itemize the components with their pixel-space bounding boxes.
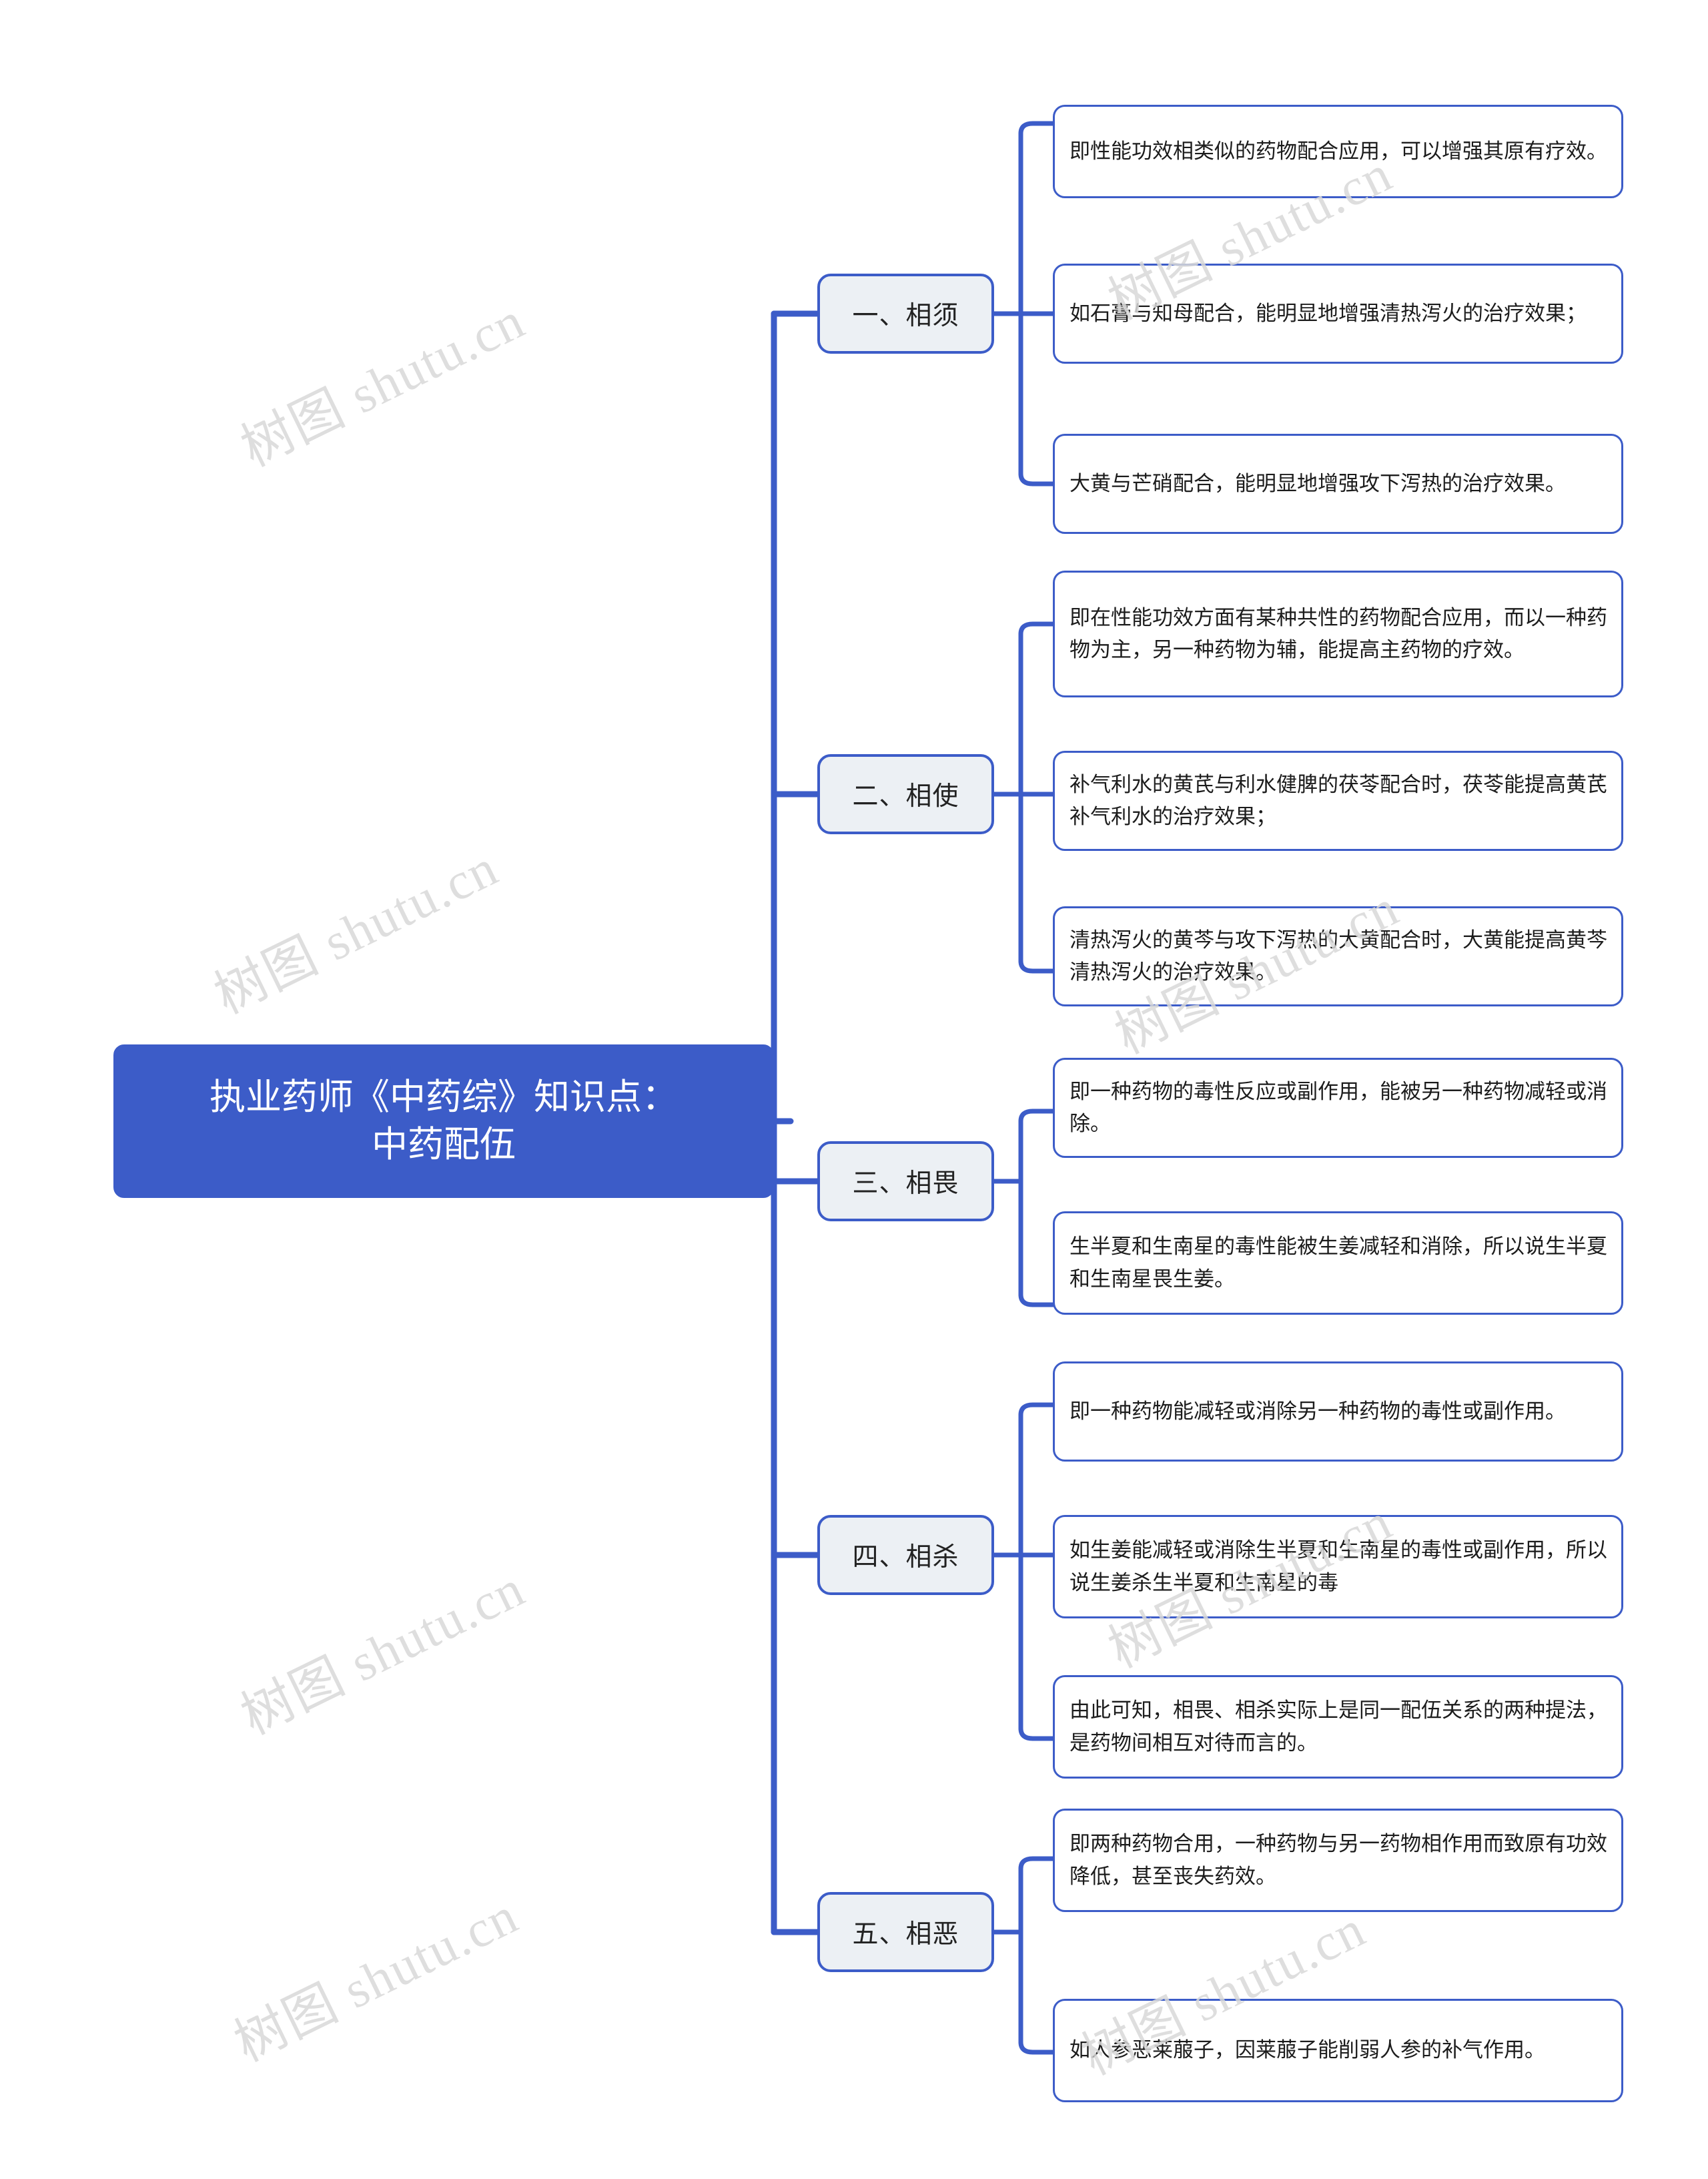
leaf-node-4-1[interactable]: 即一种药物能减轻或消除另一种药物的毒性或副作用。 <box>1053 1361 1623 1462</box>
leaf-node-1-2-text: 如石膏与知母配合，能明显地增强清热泻火的治疗效果； <box>1070 301 1587 325</box>
root-node[interactable]: 执业药师《中药综》知识点： 中药配伍 <box>113 1044 774 1198</box>
branch-node-1-label: 一、相须 <box>852 302 959 330</box>
branch-node-4-label: 四、相杀 <box>852 1543 959 1572</box>
leaf-node-4-2-text: 如生姜能减轻或消除生半夏和生南星的毒性或副作用，所以说生姜杀生半夏和生南星的毒 <box>1070 1538 1607 1594</box>
leaf-node-5-2[interactable]: 如人参恶莱菔子，因莱菔子能削弱人参的补气作用。 <box>1053 1999 1623 2102</box>
leaf-node-1-3[interactable]: 大黄与芒硝配合，能明显地增强攻下泻热的治疗效果。 <box>1053 434 1623 534</box>
branch-node-2-label: 二、相使 <box>852 782 959 811</box>
leaf-node-5-1[interactable]: 即两种药物合用，一种药物与另一药物相作用而致原有功效降低，甚至丧失药效。 <box>1053 1809 1623 1912</box>
branch-node-5-label: 五、相恶 <box>852 1920 959 1949</box>
leaf-node-2-1-text: 即在性能功效方面有某种共性的药物配合应用，而以一种药物为主，另一种药物为辅，能提… <box>1070 605 1607 661</box>
leaf-node-1-3-text: 大黄与芒硝配合，能明显地增强攻下泻热的治疗效果。 <box>1070 471 1566 495</box>
watermark-text: 树图 shutu.cn <box>232 290 534 478</box>
leaf-node-1-1-text: 即性能功效相类似的药物配合应用，可以增强其原有疗效。 <box>1070 139 1607 163</box>
leaf-node-4-3[interactable]: 由此可知，相畏、相杀实际上是同一配伍关系的两种提法，是药物间相互对待而言的。 <box>1053 1675 1623 1779</box>
watermark-text: 树图 shutu.cn <box>205 838 507 1025</box>
leaf-node-3-1-text: 即一种药物的毒性反应或副作用，能被另一种药物减轻或消除。 <box>1070 1079 1607 1135</box>
watermark-text: 树图 shutu.cn <box>232 1558 534 1746</box>
leaf-node-3-1[interactable]: 即一种药物的毒性反应或副作用，能被另一种药物减轻或消除。 <box>1053 1058 1623 1158</box>
leaf-node-1-2[interactable]: 如石膏与知母配合，能明显地增强清热泻火的治疗效果； <box>1053 264 1623 364</box>
leaf-node-2-1[interactable]: 即在性能功效方面有某种共性的药物配合应用，而以一种药物为主，另一种药物为辅，能提… <box>1053 571 1623 697</box>
leaf-node-2-2[interactable]: 补气利水的黄芪与利水健脾的茯苓配合时，茯苓能提高黄芪补气利水的治疗效果； <box>1053 751 1623 851</box>
mindmap-canvas: 执业药师《中药综》知识点： 中药配伍 一、相须 二、相使 三、相畏 四、相杀 五… <box>0 0 1708 2179</box>
leaf-node-4-3-text: 由此可知，相畏、相杀实际上是同一配伍关系的两种提法，是药物间相互对待而言的。 <box>1070 1698 1607 1755</box>
branch-node-4[interactable]: 四、相杀 <box>817 1515 994 1595</box>
watermark-text: 树图 shutu.cn <box>226 1885 527 2073</box>
leaf-node-4-2[interactable]: 如生姜能减轻或消除生半夏和生南星的毒性或副作用，所以说生姜杀生半夏和生南星的毒 <box>1053 1515 1623 1618</box>
root-node-label: 执业药师《中药综》知识点： 中药配伍 <box>209 1076 678 1165</box>
leaf-node-4-1-text: 即一种药物能减轻或消除另一种药物的毒性或副作用。 <box>1070 1399 1566 1423</box>
branch-node-1[interactable]: 一、相须 <box>817 274 994 354</box>
branch-node-5[interactable]: 五、相恶 <box>817 1892 994 1972</box>
leaf-node-2-3-text: 清热泻火的黄芩与攻下泻热的大黄配合时，大黄能提高黄芩清热泻火的治疗效果。 <box>1070 928 1607 984</box>
branch-node-3-label: 三、相畏 <box>852 1169 959 1198</box>
leaf-node-2-3[interactable]: 清热泻火的黄芩与攻下泻热的大黄配合时，大黄能提高黄芩清热泻火的治疗效果。 <box>1053 906 1623 1006</box>
leaf-node-2-2-text: 补气利水的黄芪与利水健脾的茯苓配合时，茯苓能提高黄芪补气利水的治疗效果； <box>1070 772 1607 828</box>
leaf-node-3-2[interactable]: 生半夏和生南星的毒性能被生姜减轻和消除，所以说生半夏和生南星畏生姜。 <box>1053 1211 1623 1315</box>
leaf-node-5-1-text: 即两种药物合用，一种药物与另一药物相作用而致原有功效降低，甚至丧失药效。 <box>1070 1832 1607 1888</box>
branch-node-2[interactable]: 二、相使 <box>817 754 994 834</box>
leaf-node-3-2-text: 生半夏和生南星的毒性能被生姜减轻和消除，所以说生半夏和生南星畏生姜。 <box>1070 1235 1607 1291</box>
leaf-node-1-1[interactable]: 即性能功效相类似的药物配合应用，可以增强其原有疗效。 <box>1053 105 1623 198</box>
branch-node-3[interactable]: 三、相畏 <box>817 1141 994 1221</box>
leaf-node-5-2-text: 如人参恶莱菔子，因莱菔子能削弱人参的补气作用。 <box>1070 2038 1545 2062</box>
